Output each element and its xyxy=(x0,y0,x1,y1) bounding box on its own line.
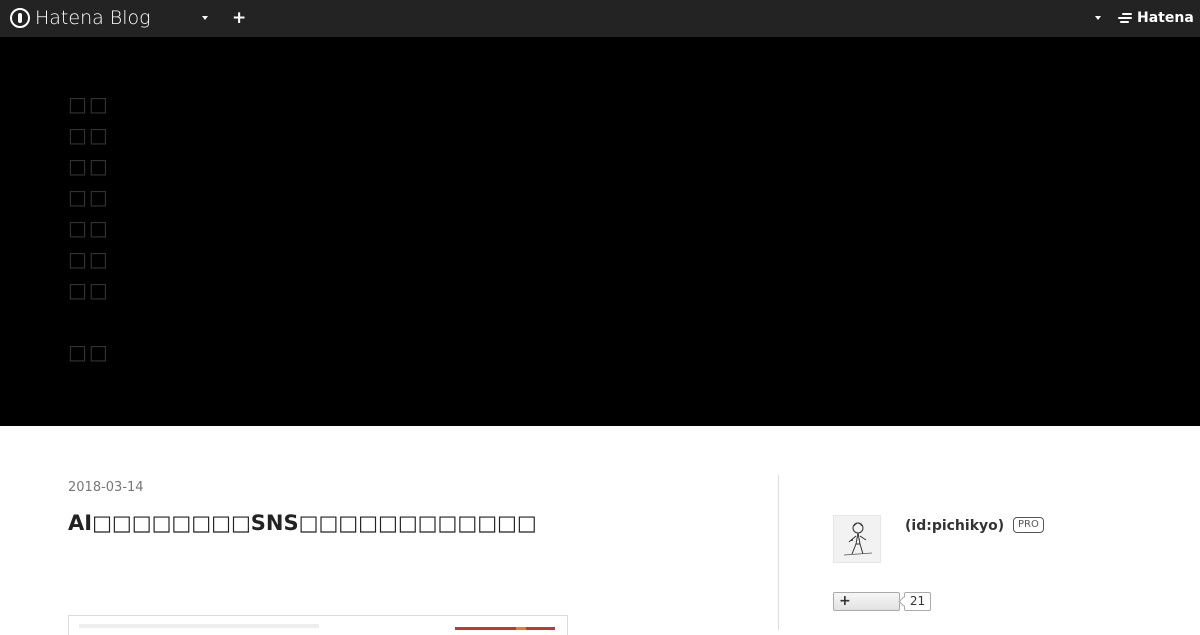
entry-title[interactable]: AI□□□□□□□□SNS□□□□□□□□□□□□ xyxy=(68,510,537,536)
blog-title-glyph: □□ xyxy=(68,278,110,302)
global-navbar: Hatena Blog + Hatena xyxy=(0,0,1200,37)
author-avatar[interactable] xyxy=(833,515,881,563)
pro-badge: PRO xyxy=(1013,517,1044,533)
blog-menu-dropdown[interactable] xyxy=(200,13,210,23)
entry-main: 2018-03-14 AI□□□□□□□□SNS□□□□□□□□□□□□ xyxy=(68,426,778,635)
author-id[interactable]: (id:pichikyo) xyxy=(905,517,1004,535)
hatena-icon xyxy=(1118,12,1134,24)
blog-title-glyph: □□ xyxy=(68,247,110,271)
hatena-blog-logo[interactable]: Hatena Blog xyxy=(10,7,151,29)
blog-title[interactable]: □□ □□ □□ □□ □□ □□ □□ □□ xyxy=(68,89,108,368)
blog-title-spacer xyxy=(68,306,108,337)
follower-count[interactable]: 21 xyxy=(904,592,931,611)
blog-title-glyph: □□ xyxy=(68,92,110,116)
logo-text: Hatena Blog xyxy=(35,7,151,29)
plus-icon: + xyxy=(839,593,851,609)
blog-header: □□ □□ □□ □□ □□ □□ □□ □□ xyxy=(0,37,1200,426)
entry-date[interactable]: 2018-03-14 xyxy=(68,480,144,496)
caret-down-icon xyxy=(1095,16,1101,20)
entry-image[interactable] xyxy=(68,615,568,635)
blog-title-glyph: □□ xyxy=(68,123,110,147)
follow-button[interactable]: + xyxy=(833,592,900,611)
hatena-logo[interactable]: Hatena xyxy=(1118,9,1194,27)
hatena-label: Hatena xyxy=(1137,10,1194,26)
blog-title-glyph: □□ xyxy=(68,185,110,209)
avatar-sketch-icon xyxy=(843,522,873,556)
blog-title-glyph: □□ xyxy=(68,216,110,240)
new-entry-button[interactable]: + xyxy=(232,8,246,28)
account-menu-dropdown[interactable] xyxy=(1093,13,1103,23)
hatena-blog-icon xyxy=(10,8,30,28)
column-divider xyxy=(778,475,779,630)
blog-title-glyph: □□ xyxy=(68,340,110,364)
blog-title-glyph: □□ xyxy=(68,154,110,178)
image-text-placeholder xyxy=(79,624,319,628)
caret-down-icon xyxy=(202,16,208,20)
